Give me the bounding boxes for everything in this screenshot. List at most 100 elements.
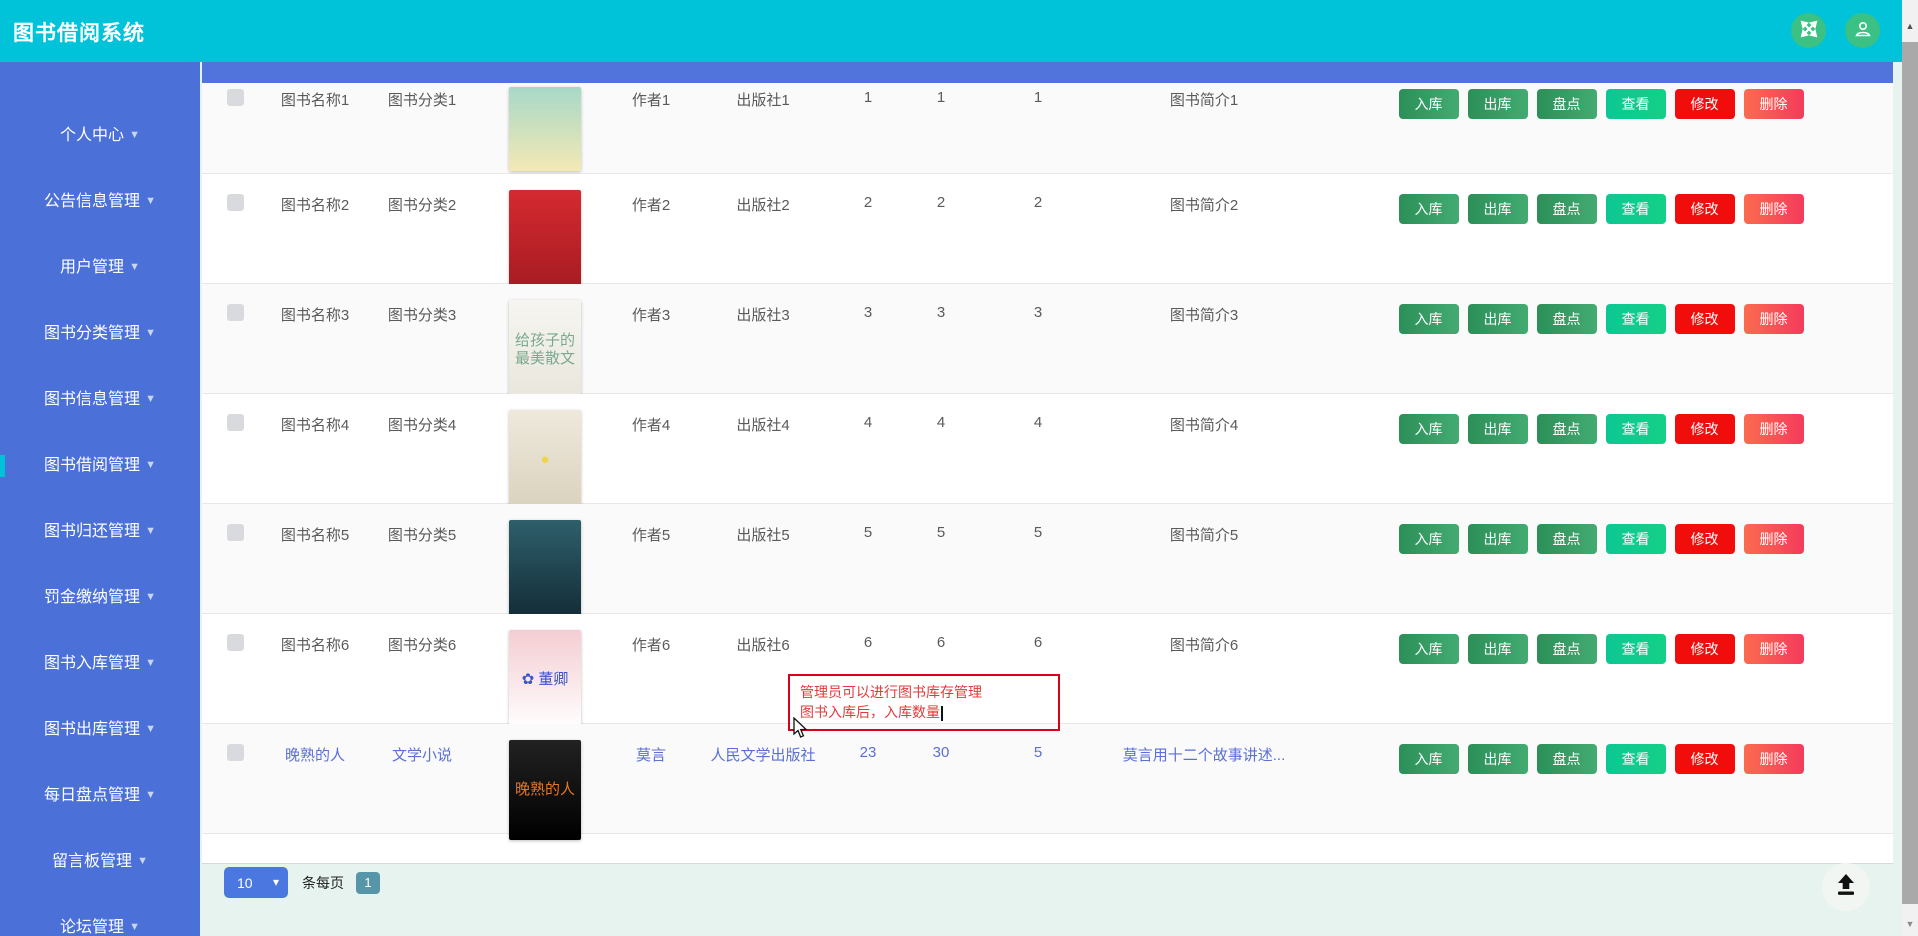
view-button[interactable]: 查看 bbox=[1605, 414, 1666, 444]
stock-out-button[interactable]: 出库 bbox=[1467, 89, 1528, 119]
sidebar-item-12[interactable]: 论坛管理 ▼ bbox=[0, 892, 200, 936]
fullscreen-toggle-button[interactable] bbox=[1791, 13, 1826, 48]
edit-button[interactable]: 修改 bbox=[1674, 524, 1735, 554]
stock-in-button[interactable]: 入库 bbox=[1398, 194, 1459, 224]
stock-in-button[interactable]: 入库 bbox=[1398, 304, 1459, 334]
book-count2-cell: 5 bbox=[936, 524, 946, 541]
delete-button[interactable]: 删除 bbox=[1743, 89, 1804, 119]
delete-button[interactable]: 删除 bbox=[1743, 744, 1804, 774]
sidebar-item-8[interactable]: 图书入库管理 ▼ bbox=[0, 628, 200, 694]
caret-down-icon: ▼ bbox=[145, 524, 156, 537]
view-button[interactable]: 查看 bbox=[1605, 524, 1666, 554]
inventory-button[interactable]: 盘点 bbox=[1536, 89, 1597, 119]
scrollbar-thumb[interactable] bbox=[1902, 42, 1918, 904]
caret-down-icon: ▼ bbox=[145, 656, 156, 669]
stock-out-button[interactable]: 出库 bbox=[1467, 524, 1528, 554]
sidebar-item-6[interactable]: 图书归还管理 ▼ bbox=[0, 496, 200, 562]
sidebar-item-label: 图书出库管理 bbox=[44, 721, 141, 738]
sidebar-item-label: 每日盘点管理 bbox=[44, 787, 141, 804]
sidebar-item-label: 罚金缴纳管理 bbox=[44, 589, 141, 606]
inventory-button[interactable]: 盘点 bbox=[1536, 524, 1597, 554]
back-to-top-upload-button[interactable] bbox=[1822, 863, 1870, 911]
edit-button[interactable]: 修改 bbox=[1674, 634, 1735, 664]
pagination: 10 ▾ 条每页 1 bbox=[224, 867, 380, 898]
table-row: 图书名称4 图书分类4 ● 作者4 出版社4 4 4 4 图书简介4 入库 出库盘… bbox=[202, 394, 1893, 510]
sidebar-item-7[interactable]: 罚金缴纳管理 ▼ bbox=[0, 562, 200, 628]
edit-button[interactable]: 修改 bbox=[1674, 194, 1735, 224]
sidebar-item-4[interactable]: 图书信息管理 ▼ bbox=[0, 364, 200, 430]
stock-in-button[interactable]: 入库 bbox=[1398, 744, 1459, 774]
row-checkbox[interactable] bbox=[226, 194, 244, 211]
inventory-button[interactable]: 盘点 bbox=[1536, 194, 1597, 224]
sidebar-item-2[interactable]: 用户管理 ▼ bbox=[0, 232, 200, 298]
book-category-cell: 图书分类1 bbox=[387, 92, 457, 109]
book-author-cell: 作者5 bbox=[631, 527, 671, 544]
stock-out-button[interactable]: 出库 bbox=[1467, 304, 1528, 334]
stock-in-button[interactable]: 入库 bbox=[1398, 414, 1459, 444]
view-button[interactable]: 查看 bbox=[1605, 304, 1666, 334]
book-count2-cell: 30 bbox=[932, 744, 950, 761]
delete-button[interactable]: 删除 bbox=[1743, 194, 1804, 224]
row-checkbox[interactable] bbox=[226, 744, 244, 761]
inventory-button[interactable]: 盘点 bbox=[1536, 414, 1597, 444]
per-page-label: 条每页 bbox=[302, 874, 344, 891]
delete-button[interactable]: 删除 bbox=[1743, 304, 1804, 334]
upload-icon bbox=[1833, 872, 1859, 903]
stock-in-button[interactable]: 入库 bbox=[1398, 89, 1459, 119]
caret-down-icon: ▼ bbox=[137, 854, 148, 867]
edit-button[interactable]: 修改 bbox=[1674, 89, 1735, 119]
row-checkbox[interactable] bbox=[226, 89, 244, 106]
sidebar-item-label: 个人中心 bbox=[60, 127, 125, 144]
delete-button[interactable]: 删除 bbox=[1743, 414, 1804, 444]
top-header-bar: 图书借阅系统 bbox=[0, 0, 1918, 62]
books-table: 图书名称1 图书分类1 作者1 出版社1 1 1 1 图书简介1 入库 出库 盘点查… bbox=[202, 62, 1893, 864]
page-size-value: 10 bbox=[237, 874, 253, 891]
edit-button[interactable]: 修改 bbox=[1674, 414, 1735, 444]
sidebar-item-5[interactable]: 图书借阅管理 ▼ bbox=[0, 430, 200, 496]
inventory-button[interactable]: 盘点 bbox=[1536, 634, 1597, 664]
scrollbar-up-arrow[interactable]: ▲ bbox=[1902, 18, 1918, 34]
view-button[interactable]: 查看 bbox=[1605, 89, 1666, 119]
sidebar-item-9[interactable]: 图书出库管理 ▼ bbox=[0, 694, 200, 760]
sidebar-item-3[interactable]: 图书分类管理 ▼ bbox=[0, 298, 200, 364]
row-checkbox[interactable] bbox=[226, 414, 244, 431]
page-size-select[interactable]: 10 ▾ bbox=[224, 867, 288, 898]
book-author-cell: 作者1 bbox=[631, 92, 671, 109]
edit-button[interactable]: 修改 bbox=[1674, 744, 1735, 774]
user-profile-button[interactable] bbox=[1845, 13, 1880, 48]
book-count1-cell: 2 bbox=[863, 194, 873, 211]
page-number-button[interactable]: 1 bbox=[356, 871, 380, 894]
view-button[interactable]: 查看 bbox=[1605, 194, 1666, 224]
book-cover-glyph bbox=[543, 568, 547, 572]
stock-in-button[interactable]: 入库 bbox=[1398, 634, 1459, 664]
stock-out-button[interactable]: 出库 bbox=[1467, 634, 1528, 664]
stock-in-button[interactable]: 入库 bbox=[1398, 524, 1459, 554]
book-category-cell: 图书分类2 bbox=[387, 197, 457, 214]
sidebar-item-11[interactable]: 留言板管理 ▼ bbox=[0, 826, 200, 892]
delete-button[interactable]: 删除 bbox=[1743, 634, 1804, 664]
delete-button[interactable]: 删除 bbox=[1743, 524, 1804, 554]
inventory-button[interactable]: 盘点 bbox=[1536, 304, 1597, 334]
sidebar-item-0[interactable]: 个人中心 ▼ bbox=[0, 100, 200, 166]
row-checkbox[interactable] bbox=[226, 634, 244, 651]
stock-out-button[interactable]: 出库 bbox=[1467, 744, 1528, 774]
sidebar-item-1[interactable]: 公告信息管理 ▼ bbox=[0, 166, 200, 232]
book-category-cell: 图书分类6 bbox=[387, 637, 457, 654]
inventory-button[interactable]: 盘点 bbox=[1536, 744, 1597, 774]
stock-out-button[interactable]: 出库 bbox=[1467, 414, 1528, 444]
sidebar-menu: 个人中心 ▼ 公告信息管理 ▼ 用户管理 ▼ 图书分类管理 ▼ 图书信息管理 ▼ 图书借阅管理 ▼ 图书… bbox=[0, 62, 200, 936]
row-checkbox[interactable] bbox=[226, 304, 244, 321]
book-name-cell: 晚熟的人 bbox=[284, 747, 345, 764]
view-button[interactable]: 查看 bbox=[1605, 744, 1666, 774]
edit-button[interactable]: 修改 bbox=[1674, 304, 1735, 334]
scrollbar-down-arrow[interactable]: ▼ bbox=[1902, 916, 1918, 932]
sidebar-item-10[interactable]: 每日盘点管理 ▼ bbox=[0, 760, 200, 826]
table-row: 图书名称2 图书分类2 作者2 出版社2 2 2 2 图书简介2 入库 出库 盘点查… bbox=[202, 174, 1893, 290]
page-scrollbar[interactable]: ▲ ▼ bbox=[1902, 0, 1918, 936]
view-button[interactable]: 查看 bbox=[1605, 634, 1666, 664]
stock-out-button[interactable]: 出库 bbox=[1467, 194, 1528, 224]
book-author-cell: 莫言 bbox=[635, 747, 666, 764]
row-checkbox[interactable] bbox=[226, 524, 244, 541]
main-content: 图书名称1 图书分类1 作者1 出版社1 1 1 1 图书简介1 入库 出库 盘点查… bbox=[200, 62, 1902, 936]
book-cover-image: 给孩子的最美散文 bbox=[509, 300, 581, 400]
